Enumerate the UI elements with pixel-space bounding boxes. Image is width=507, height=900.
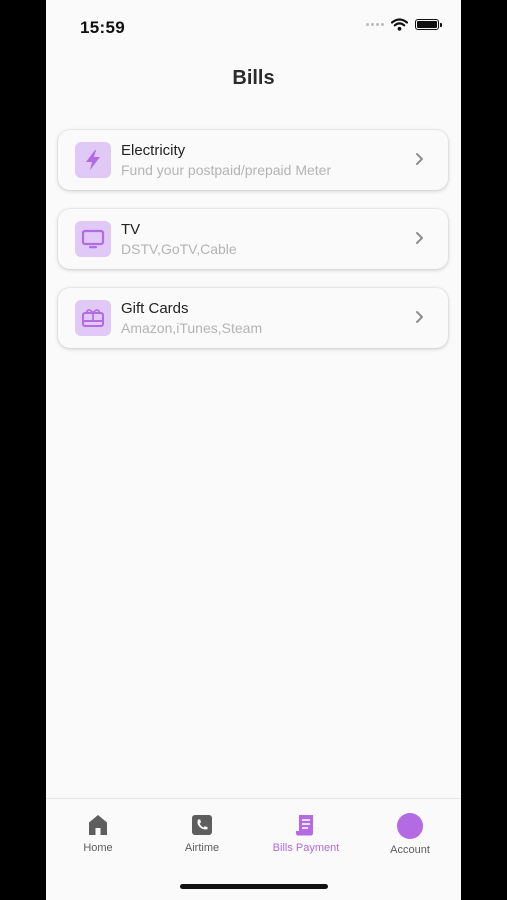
signal-icon <box>366 23 384 26</box>
bill-item-subtitle: DSTV,GoTV,Cable <box>121 240 237 257</box>
bill-item-electricity[interactable]: Electricity Fund your postpaid/prepaid M… <box>58 130 448 190</box>
tv-icon <box>75 221 111 257</box>
tab-label: Account <box>390 844 430 856</box>
page-title: Bills <box>232 67 275 89</box>
tab-label: Home <box>83 842 113 854</box>
home-icon <box>89 815 107 835</box>
bill-item-title: TV <box>121 220 141 238</box>
gift-card-icon <box>75 300 111 336</box>
bill-item-subtitle: Amazon,iTunes,Steam <box>121 319 263 336</box>
status-time: 15:59 <box>80 18 125 37</box>
chevron-right-icon <box>416 232 423 244</box>
battery-icon <box>415 19 442 30</box>
chevron-right-icon <box>416 311 423 323</box>
bill-item-title: Gift Cards <box>121 299 189 317</box>
chevron-right-icon <box>416 153 423 165</box>
bill-item-subtitle: Fund your postpaid/prepaid Meter <box>121 161 332 178</box>
tab-airtime[interactable]: Airtime <box>150 813 254 854</box>
tab-bills-payment[interactable]: Bills Payment <box>254 813 358 854</box>
avatar <box>397 813 423 839</box>
bill-item-title: Electricity <box>121 141 186 159</box>
status-icons <box>366 18 442 31</box>
status-bar: 15:59 <box>46 0 461 50</box>
phone-icon <box>192 815 212 835</box>
receipt-icon <box>296 815 313 836</box>
bill-item-gift-cards[interactable]: Gift Cards Amazon,iTunes,Steam <box>58 288 448 348</box>
tab-label: Bills Payment <box>272 842 340 854</box>
tab-label: Airtime <box>184 842 220 854</box>
bill-item-tv[interactable]: TV DSTV,GoTV,Cable <box>58 209 448 269</box>
lightning-icon <box>75 142 111 178</box>
wifi-icon <box>391 18 408 31</box>
tab-home[interactable]: Home <box>46 813 150 854</box>
home-indicator[interactable] <box>180 884 328 889</box>
tab-account[interactable]: Account <box>358 813 461 856</box>
app-screen: 15:59 Bills Electricity Fund your postpa… <box>46 0 461 900</box>
